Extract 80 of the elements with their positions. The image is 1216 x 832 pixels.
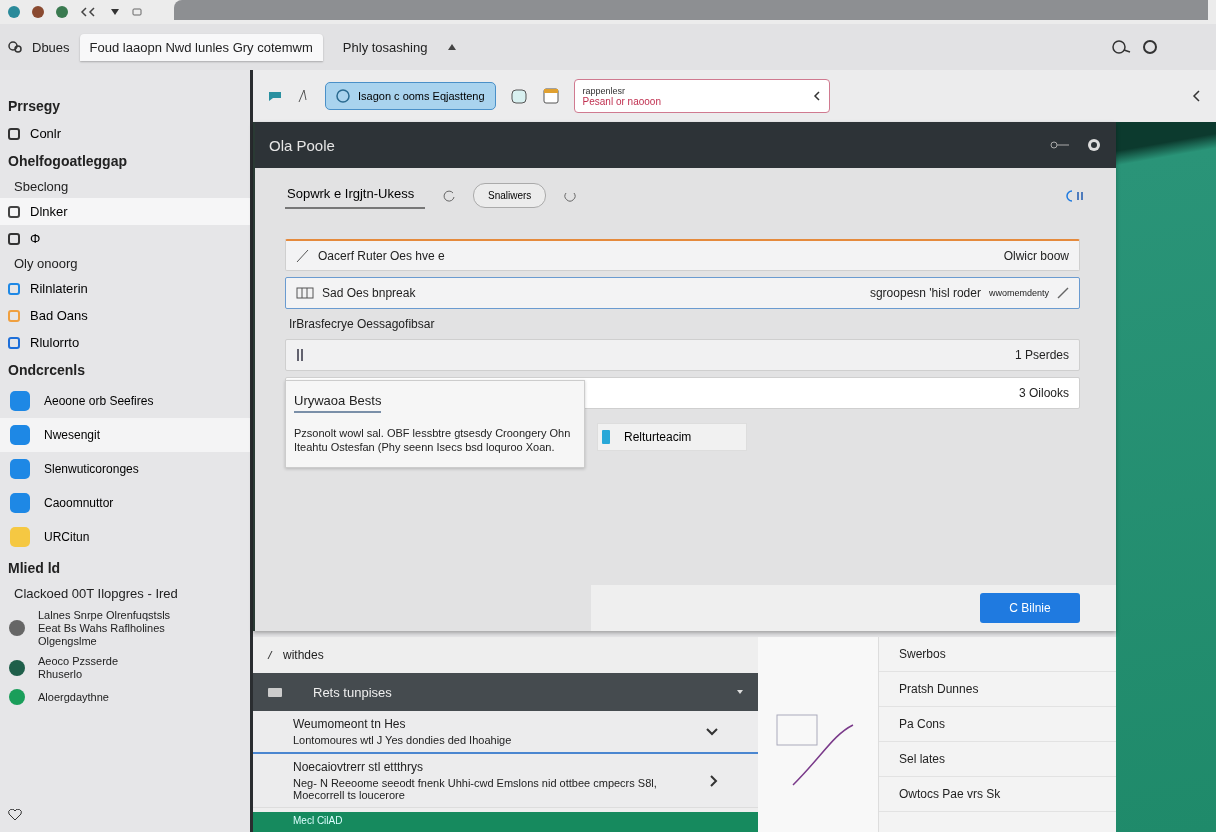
row-text: Olwicr boow	[1003, 248, 1069, 263]
sidebar-item[interactable]: Caoomnuttor	[0, 486, 250, 520]
heart-icon[interactable]	[8, 809, 22, 821]
section-heading: Ohelfogoatleggap	[7, 152, 128, 171]
row-text: sgroopesn 'hisl roder	[869, 286, 981, 300]
browser-tab[interactable]: Phly tosashing	[332, 33, 438, 61]
entry-text: Eeat Bs Wahs Raflholines	[38, 622, 166, 634]
section-label: Oly onoorg	[13, 255, 79, 273]
primary-button[interactable]: C Bilnie	[980, 593, 1080, 623]
window-dot[interactable]	[32, 6, 44, 18]
field-label: rappenlesr	[582, 85, 627, 96]
item-text: Lontomoures wtl J Yes dondies ded Ihoahige	[293, 734, 513, 746]
sidebar-item[interactable]: Aeoone orb Seefires	[0, 384, 250, 418]
back-icon[interactable]	[1192, 90, 1202, 102]
window-dot[interactable]	[8, 6, 20, 18]
back-icon[interactable]	[80, 7, 98, 17]
search-icon[interactable]	[1110, 39, 1132, 55]
columns-icon	[296, 287, 314, 299]
list-header: withdes	[283, 648, 324, 662]
row-text: Sad Oes bnpreak	[322, 286, 417, 300]
input-field[interactable]: Pesanl or naooon	[582, 95, 807, 107]
row-text: 1 Pserdes	[1014, 348, 1069, 362]
list-row[interactable]: 1 Pserdes	[285, 339, 1080, 371]
sidebar-item[interactable]: Bad Oans	[0, 302, 250, 329]
file-icon	[602, 430, 610, 444]
field-box[interactable]: rappenlesr Pesanl or naooon	[573, 79, 830, 113]
item-title: Noecaiovtrerr stl ettthrys	[293, 760, 425, 774]
key-icon[interactable]	[1050, 140, 1070, 150]
sidebar-item[interactable]: Nwesengit	[0, 418, 250, 452]
entry-text: Rhuserlo	[38, 668, 84, 680]
row-text: wwomemdenty	[988, 288, 1049, 298]
section-label: Clackoed 00T Ilopgres - Ired	[13, 585, 179, 603]
entry-text: Aeoco Pzsserde	[38, 655, 119, 667]
popup-title: Urywaoa Bests	[294, 393, 382, 413]
sidebar-item[interactable]: URCitun	[0, 520, 250, 554]
calendar-icon[interactable]	[541, 87, 560, 105]
section-heading: Ondcrcenls	[7, 361, 87, 380]
window-dot[interactable]	[56, 6, 68, 18]
list-row[interactable]: Sad Oes bnpreak sgroopesn 'hisl roder wwomemdenty	[285, 277, 1080, 309]
sidebar-icon[interactable]	[132, 8, 142, 16]
section-bar: Rets tunpises	[253, 673, 758, 711]
row-text: Oacerf Ruter Oes hve e	[318, 248, 446, 263]
sidebar-item[interactable]: Rilnlaterin	[0, 275, 250, 302]
pill-button[interactable]: Snaliwers	[473, 183, 547, 208]
sidebar-item[interactable]: Dlnker	[0, 198, 250, 225]
caret-icon[interactable]	[110, 8, 120, 16]
item-title: Weumomeont tn Hes	[293, 717, 407, 731]
link-icon[interactable]	[8, 40, 22, 54]
sidebar-item[interactable]: Conlr	[0, 120, 250, 147]
section-heading: Mlied ld	[7, 559, 62, 578]
record-icon[interactable]	[1086, 137, 1102, 153]
toolbar-pill[interactable]: Isagon c ooms Eqjastteng	[325, 82, 496, 110]
item-text: Neg- N Reeoome seeodt fnenk Uhhi-cwd Emslons nid ottbee cmpecrs S8l, Moecorrell ts loucerore	[293, 777, 658, 801]
entry-text: Olgengslme	[38, 635, 98, 647]
dialog-tab[interactable]: Sopwrk e Irgjtn-Ukess	[285, 182, 425, 209]
caret-icon[interactable]	[736, 689, 744, 695]
browser-tab[interactable]: Foud laaopn Nwd lunles Gry cotemwm	[79, 33, 323, 61]
entry-text: Aloergdaythne	[38, 691, 109, 703]
chevron-down-icon[interactable]	[706, 727, 718, 736]
action-button[interactable]: Relturteacim	[597, 423, 747, 451]
dialog-title: Ola Poole	[269, 136, 336, 154]
section-heading: Prrsegy	[7, 97, 62, 116]
circle-icon[interactable]	[1142, 39, 1158, 55]
section-label: IrBrasfecrye Oessagofibsar	[288, 316, 436, 333]
toolbar-label: Dbues	[32, 39, 70, 55]
status-bar: Mecl CilAD	[253, 812, 758, 832]
folder-icon	[267, 686, 283, 698]
caret-up-icon[interactable]	[447, 43, 458, 51]
chat-icon[interactable]	[267, 90, 283, 102]
sidebar-item[interactable]: Φ	[0, 225, 250, 252]
section-label: Sbeclong	[13, 178, 70, 196]
sidebar-item[interactable]: Slenwuticoronges	[0, 452, 250, 486]
entry-text: Lalnes Snrpe Olrenfuqstsls	[38, 609, 171, 621]
row-text: 3 Oilooks	[1018, 386, 1069, 400]
bars-icon	[296, 348, 304, 362]
list-row[interactable]: Oacerf Ruter Oes hve e Olwicr boow	[285, 239, 1080, 271]
caret-icon	[812, 91, 821, 101]
popup-text: Pzsonolt wowl sal. OBF lessbtre gtsesdy Croongery Ohn Iteahtu Ostesfan (Phy seenn Isecs bsd loquroo Xoan.	[294, 427, 572, 455]
sidebar-item[interactable]: Rlulorrto	[0, 329, 250, 356]
chevron-right-icon[interactable]	[710, 774, 718, 787]
